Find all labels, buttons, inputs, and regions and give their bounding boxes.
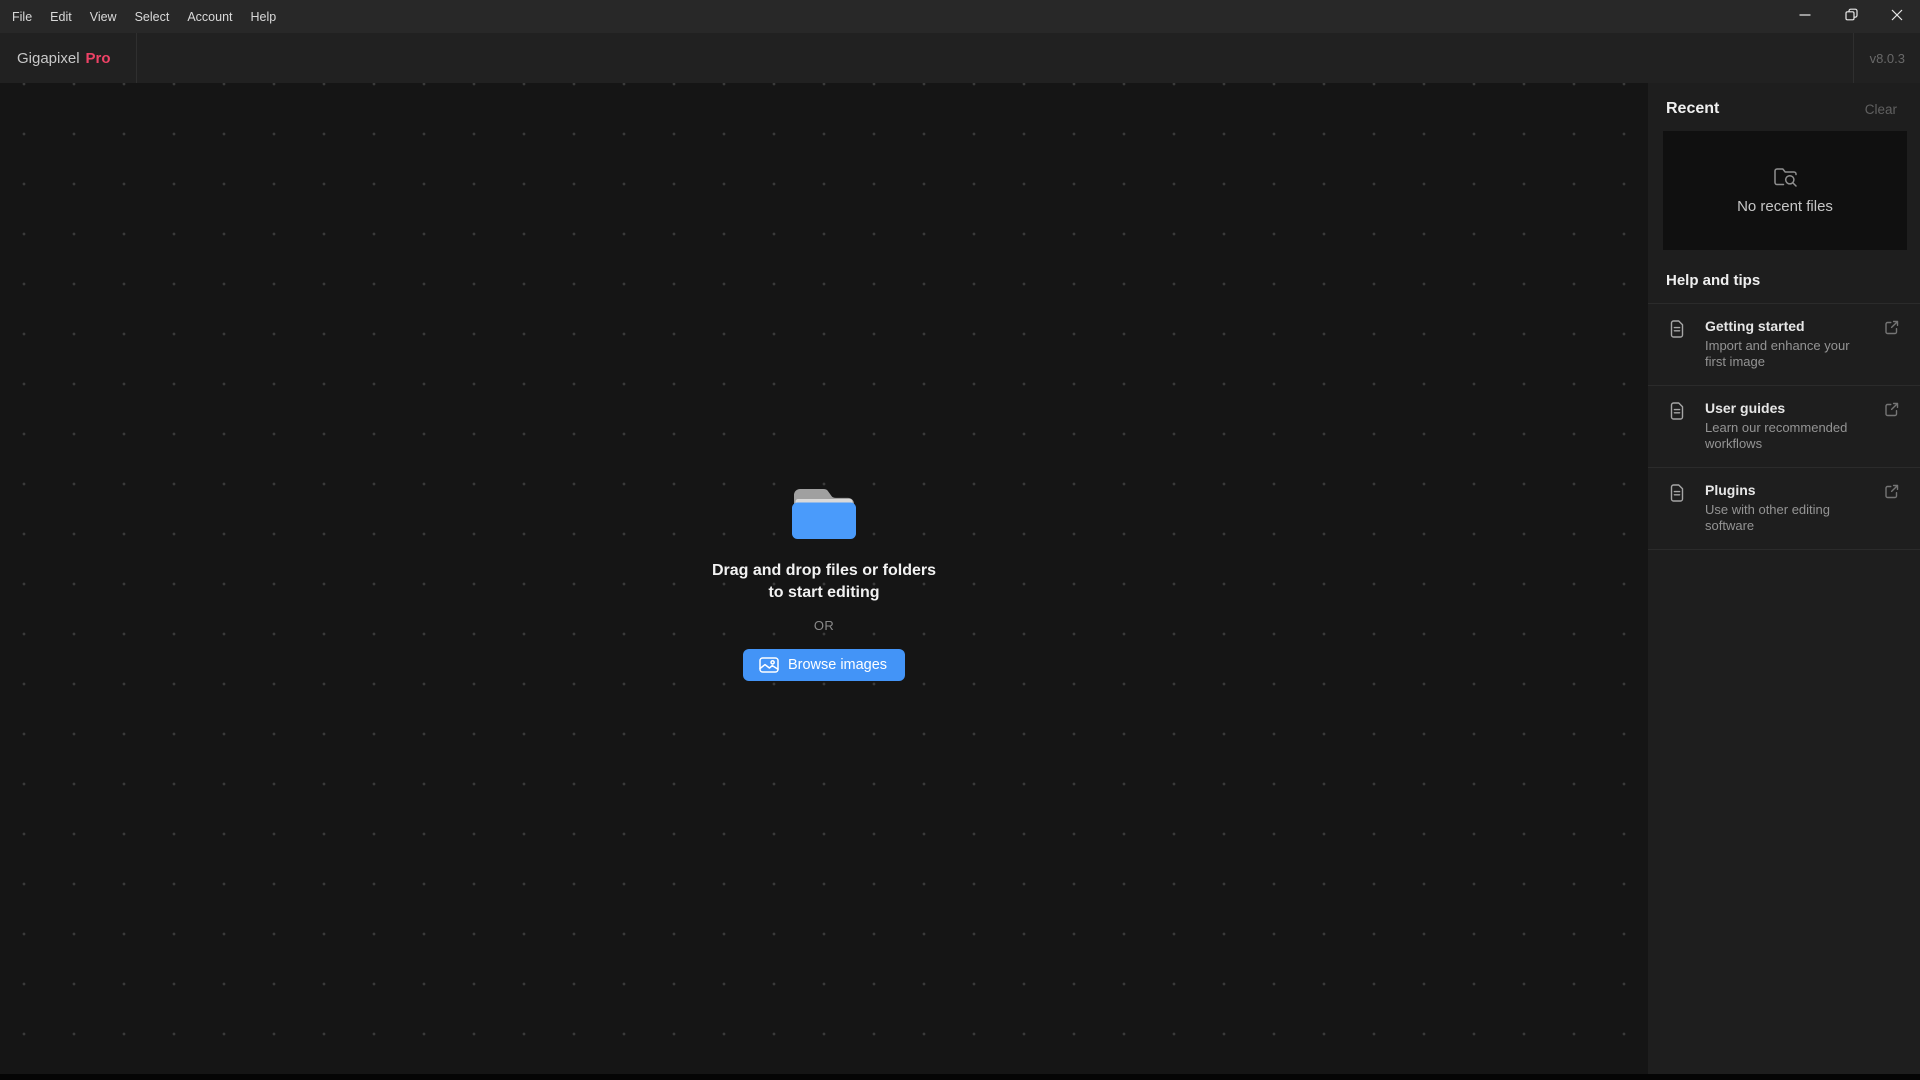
help-item-user-guides[interactable]: User guides Learn our recommended workfl… bbox=[1648, 386, 1920, 467]
minimize-icon bbox=[1799, 8, 1811, 26]
sidebar: Recent Clear No recent files Help and ti… bbox=[1648, 83, 1920, 1074]
close-icon bbox=[1891, 8, 1903, 26]
app-name: Gigapixel bbox=[17, 50, 80, 67]
folder-search-icon bbox=[1773, 166, 1798, 187]
tab-bar: Gigapixel Pro v8.0.3 bbox=[0, 33, 1920, 83]
menu-help[interactable]: Help bbox=[242, 0, 286, 33]
image-icon bbox=[759, 657, 779, 673]
divider bbox=[1648, 549, 1920, 550]
help-item-plugins[interactable]: Plugins Use with other editing software bbox=[1648, 468, 1920, 549]
browse-images-button[interactable]: Browse images bbox=[743, 649, 905, 681]
dropzone-headline: Drag and drop files or folders to start … bbox=[712, 560, 936, 604]
document-icon bbox=[1668, 402, 1686, 425]
help-item-text: User guides Learn our recommended workfl… bbox=[1705, 400, 1876, 452]
menu-select[interactable]: Select bbox=[126, 0, 179, 33]
dropzone-content: Drag and drop files or folders to start … bbox=[712, 487, 936, 681]
recent-header: Recent Clear bbox=[1648, 83, 1920, 131]
menu-file[interactable]: File bbox=[3, 0, 41, 33]
menu-edit[interactable]: Edit bbox=[41, 0, 81, 33]
headline-line2: to start editing bbox=[712, 582, 936, 604]
menu-bar: File Edit View Select Account Help bbox=[0, 0, 285, 33]
help-item-subtitle: Learn our recommended workflows bbox=[1705, 420, 1873, 452]
recent-empty-box: No recent files bbox=[1663, 131, 1907, 250]
menu-view[interactable]: View bbox=[81, 0, 126, 33]
or-label: OR bbox=[814, 618, 834, 633]
help-item-text: Plugins Use with other editing software bbox=[1705, 482, 1876, 534]
canvas-dropzone[interactable]: Drag and drop files or folders to start … bbox=[0, 83, 1648, 1074]
help-item-title: Plugins bbox=[1705, 482, 1876, 498]
external-link-icon[interactable] bbox=[1884, 484, 1899, 504]
headline-line1: Drag and drop files or folders bbox=[712, 560, 936, 582]
help-item-title: Getting started bbox=[1705, 318, 1876, 334]
help-item-title: User guides bbox=[1705, 400, 1876, 416]
help-item-getting-started[interactable]: Getting started Import and enhance your … bbox=[1648, 304, 1920, 385]
no-recent-files-text: No recent files bbox=[1737, 198, 1833, 215]
help-item-text: Getting started Import and enhance your … bbox=[1705, 318, 1876, 370]
pro-badge: Pro bbox=[86, 50, 111, 67]
version-label: v8.0.3 bbox=[1870, 51, 1905, 66]
document-icon bbox=[1668, 320, 1686, 343]
minimize-button[interactable] bbox=[1782, 0, 1828, 33]
tabbar-spacer bbox=[137, 33, 1853, 83]
document-icon bbox=[1668, 484, 1686, 507]
version-area: v8.0.3 bbox=[1853, 33, 1920, 83]
external-link-icon[interactable] bbox=[1884, 402, 1899, 422]
external-link-icon[interactable] bbox=[1884, 320, 1899, 340]
help-item-subtitle: Use with other editing software bbox=[1705, 502, 1873, 534]
bottom-strip bbox=[0, 1074, 1920, 1080]
tab-gigapixel[interactable]: Gigapixel Pro bbox=[0, 33, 137, 83]
folder-icon bbox=[792, 487, 856, 544]
browse-images-label: Browse images bbox=[788, 657, 887, 673]
help-and-tips-title: Help and tips bbox=[1648, 250, 1920, 303]
help-item-subtitle: Import and enhance your first image bbox=[1705, 338, 1873, 370]
window-controls bbox=[1782, 0, 1920, 33]
menu-account[interactable]: Account bbox=[178, 0, 241, 33]
recent-title: Recent bbox=[1666, 100, 1719, 118]
titlebar: File Edit View Select Account Help bbox=[0, 0, 1920, 33]
main-area: Drag and drop files or folders to start … bbox=[0, 83, 1920, 1074]
restore-icon bbox=[1845, 8, 1858, 26]
close-button[interactable] bbox=[1874, 0, 1920, 33]
restore-button[interactable] bbox=[1828, 0, 1874, 33]
clear-recent-button[interactable]: Clear bbox=[1865, 102, 1897, 117]
